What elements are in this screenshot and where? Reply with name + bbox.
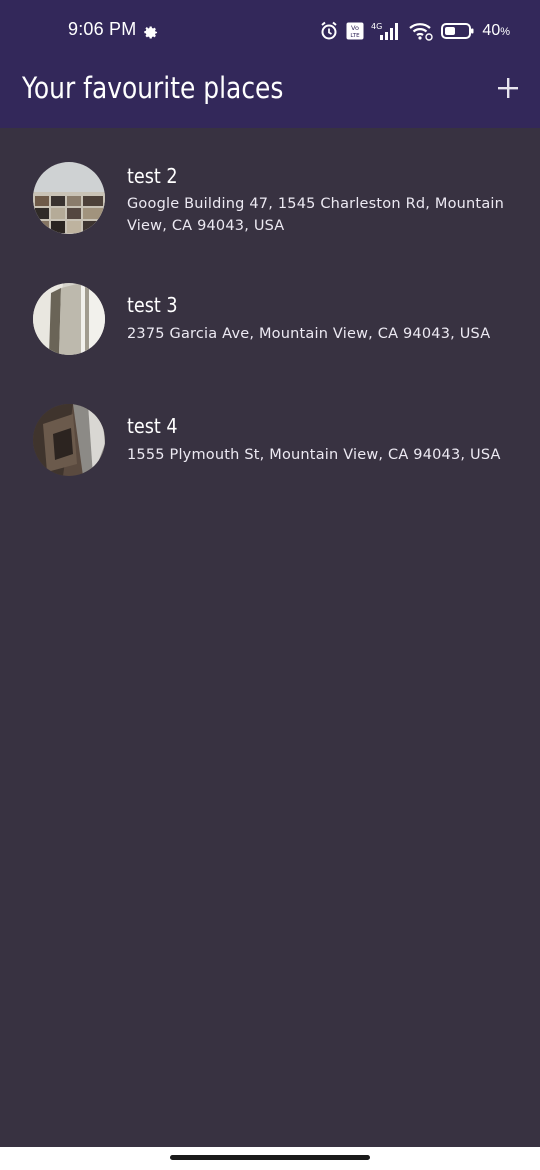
status-bar: 9:06 PM Vo LTE 4G 40%: [0, 0, 540, 62]
place-address: 1555 Plymouth St, Mountain View, CA 9404…: [127, 447, 501, 463]
svg-text:4G: 4G: [371, 22, 382, 31]
place-address: 2375 Garcia Ave, Mountain View, CA 94043…: [127, 326, 491, 342]
place-thumbnail: [33, 162, 105, 234]
place-title: test 4: [127, 414, 178, 438]
plus-icon: [498, 78, 518, 98]
alarm-icon: [321, 21, 338, 40]
place-thumbnail: [33, 283, 105, 355]
battery-percent: 40%: [482, 22, 510, 39]
svg-text:LTE: LTE: [351, 33, 361, 39]
wifi-icon: [409, 23, 434, 41]
cellular-signal-icon: 4G: [371, 22, 399, 40]
status-time: 9:06 PM: [68, 19, 137, 39]
status-icons: Vo LTE 4G 40%: [319, 18, 510, 44]
list-item[interactable]: test 2 Google Building 47, 1545 Charlest…: [0, 162, 540, 272]
place-title: test 3: [127, 293, 178, 317]
volte-icon: Vo LTE: [346, 22, 364, 40]
svg-text:Vo: Vo: [351, 24, 359, 32]
add-place-button[interactable]: [496, 76, 520, 100]
home-gesture-handle[interactable]: [170, 1155, 370, 1160]
place-address: Google Building 47, 1545 Charleston Rd, …: [127, 196, 505, 234]
app-bar: Your favourite places: [0, 62, 540, 128]
list-item[interactable]: test 4 1555 Plymouth St, Mountain View, …: [0, 404, 540, 504]
place-thumbnail: [33, 404, 105, 476]
system-nav-bar: [0, 1147, 540, 1170]
place-title: test 2: [127, 164, 178, 188]
gear-icon: [144, 26, 158, 39]
list-item[interactable]: test 3 2375 Garcia Ave, Mountain View, C…: [0, 283, 540, 383]
battery-icon: [441, 23, 474, 39]
page-title: Your favourite places: [22, 71, 284, 105]
